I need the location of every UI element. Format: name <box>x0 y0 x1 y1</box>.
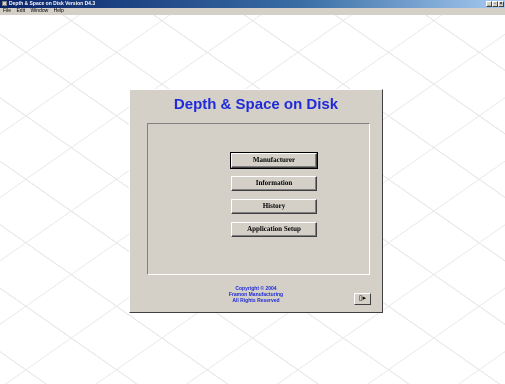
window-title: Depth & Space on Disk Version D4.3 <box>9 1 96 7</box>
button-panel: Manufacturer Information History Applica… <box>147 123 370 275</box>
menu-window[interactable]: Window <box>30 8 48 15</box>
rights-reserved: All Rights Reserved <box>232 298 280 304</box>
information-button[interactable]: Information <box>231 176 317 191</box>
application-setup-button[interactable]: Application Setup <box>231 222 317 237</box>
close-button[interactable]: × <box>498 1 504 7</box>
main-dialog: Depth & Space on Disk Manufacturer Infor… <box>129 89 383 313</box>
exit-door-icon: ▯▸ <box>358 295 367 302</box>
window-titlebar[interactable]: Depth & Space on Disk Version D4.3 _ ▫ × <box>0 0 505 8</box>
menu-help[interactable]: Help <box>54 8 64 15</box>
menu-file[interactable]: File <box>3 8 11 15</box>
exit-button[interactable]: ▯▸ <box>354 293 371 305</box>
manufacturer-button[interactable]: Manufacturer <box>230 152 318 169</box>
copyright-block: Copyright © 2004 Framon Manufacturing Al… <box>130 286 382 304</box>
app-icon <box>2 1 7 6</box>
dialog-title: Depth & Space on Disk <box>173 96 339 113</box>
history-button[interactable]: History <box>231 199 317 214</box>
menu-edit[interactable]: Edit <box>16 8 25 15</box>
menubar: File Edit Window Help <box>0 8 505 15</box>
